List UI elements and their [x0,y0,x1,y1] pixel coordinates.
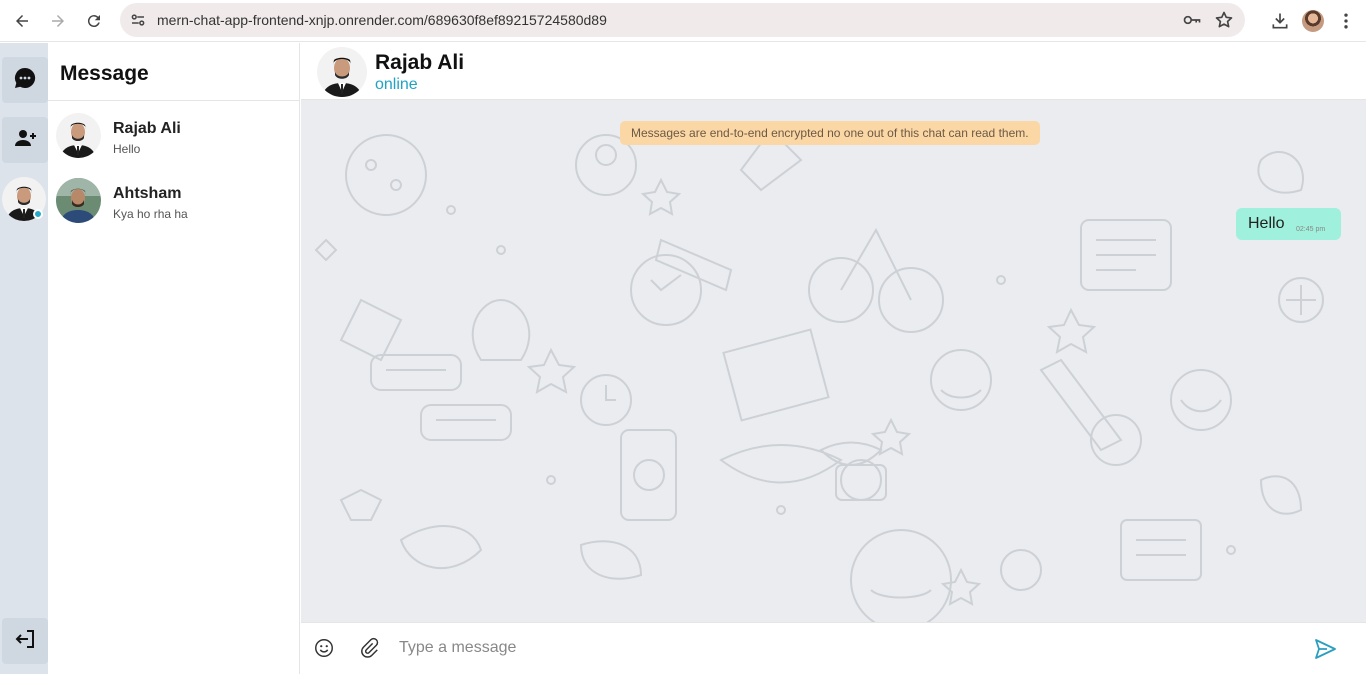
back-icon[interactable] [4,3,40,39]
encryption-notice: Messages are end-to-end encrypted no one… [620,121,1040,145]
site-info-icon[interactable] [123,5,153,35]
attach-icon[interactable] [358,637,380,659]
more-vert-icon[interactable] [1332,7,1360,35]
message-input[interactable] [399,635,1289,661]
contact-name: Rajab Ali [113,120,181,137]
sidebar-title: Message [60,62,149,85]
download-icon[interactable] [1266,7,1294,35]
add-user-button[interactable] [2,117,48,163]
add-user-icon [13,126,37,155]
chat-header: Rajab Ali online [301,43,1366,100]
contact-last-message: Kya ho rha ha [113,207,188,221]
message-text: Hello [1248,215,1285,232]
online-indicator [33,209,43,219]
password-key-icon[interactable] [1181,9,1203,31]
profile-avatar[interactable] [1302,10,1324,32]
contact-item-ahtsham[interactable]: Ahtsham Kya ho rha ha [48,174,300,234]
send-icon[interactable] [1312,637,1338,661]
logout-button[interactable] [2,618,48,664]
contact-avatar [56,178,101,223]
chat-contact-name: Rajab Ali [375,51,465,74]
contact-name: Ahtsham [113,185,182,202]
message-bubble-sent[interactable]: Hello 02:45 pm [1236,208,1341,240]
star-icon[interactable] [1213,9,1235,31]
contacts-sidebar: Message Rajab Ali Hello Ahtsham Kya ho r… [48,43,300,674]
message-time: 02:45 pm [1296,226,1326,233]
chat-contact-avatar[interactable] [317,47,367,97]
chat-app: Message Rajab Ali Hello Ahtsham Kya ho r… [0,43,1366,674]
forward-icon[interactable] [40,3,76,39]
contact-last-message: Hello [113,142,141,156]
chat-panel: Rajab Ali online Messages are end-to-end… [301,43,1366,674]
chat-bubble-icon [13,66,37,95]
doodle-background [314,128,1324,622]
address-bar[interactable]: mern-chat-app-frontend-xnjp.onrender.com… [120,3,1245,37]
browser-toolbar: mern-chat-app-frontend-xnjp.onrender.com… [0,0,1366,42]
divider [48,100,300,101]
chat-contact-status: online [375,76,418,93]
contact-item-rajab-ali[interactable]: Rajab Ali Hello [48,109,300,169]
contact-avatar [56,113,101,158]
emoji-icon[interactable] [313,637,335,659]
reload-icon[interactable] [76,3,112,39]
message-area: Messages are end-to-end encrypted no one… [301,100,1366,622]
nav-rail [0,43,48,674]
logout-icon [13,627,37,656]
url-text[interactable]: mern-chat-app-frontend-xnjp.onrender.com… [157,12,607,28]
chats-button[interactable] [2,57,48,103]
message-composer [301,622,1366,674]
